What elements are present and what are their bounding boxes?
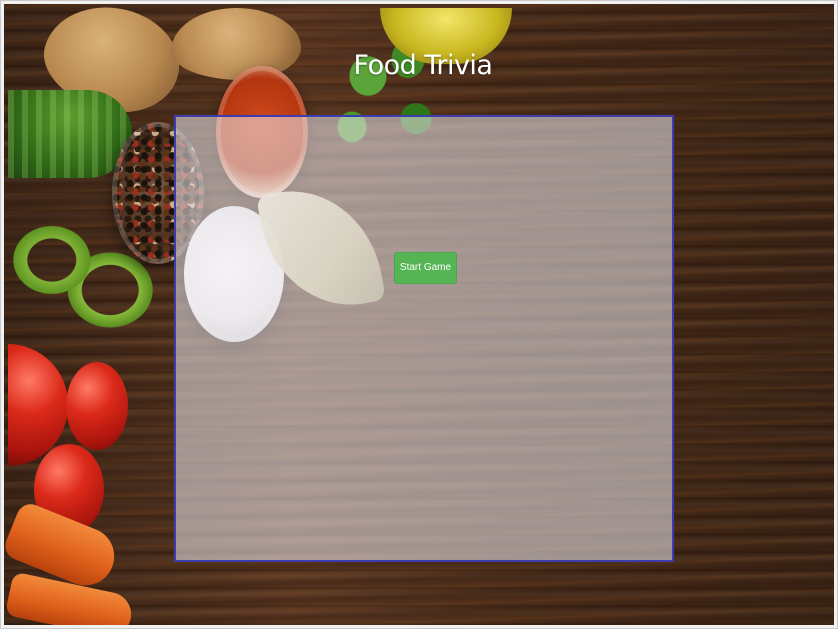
page-title: Food Trivia bbox=[353, 50, 493, 81]
start-game-button[interactable]: Start Game bbox=[394, 252, 457, 284]
game-panel: Start Game bbox=[174, 115, 674, 562]
cucumber-image bbox=[8, 90, 132, 178]
tomato-image bbox=[66, 362, 128, 450]
game-screen: Food Trivia Start Game bbox=[0, 0, 838, 629]
